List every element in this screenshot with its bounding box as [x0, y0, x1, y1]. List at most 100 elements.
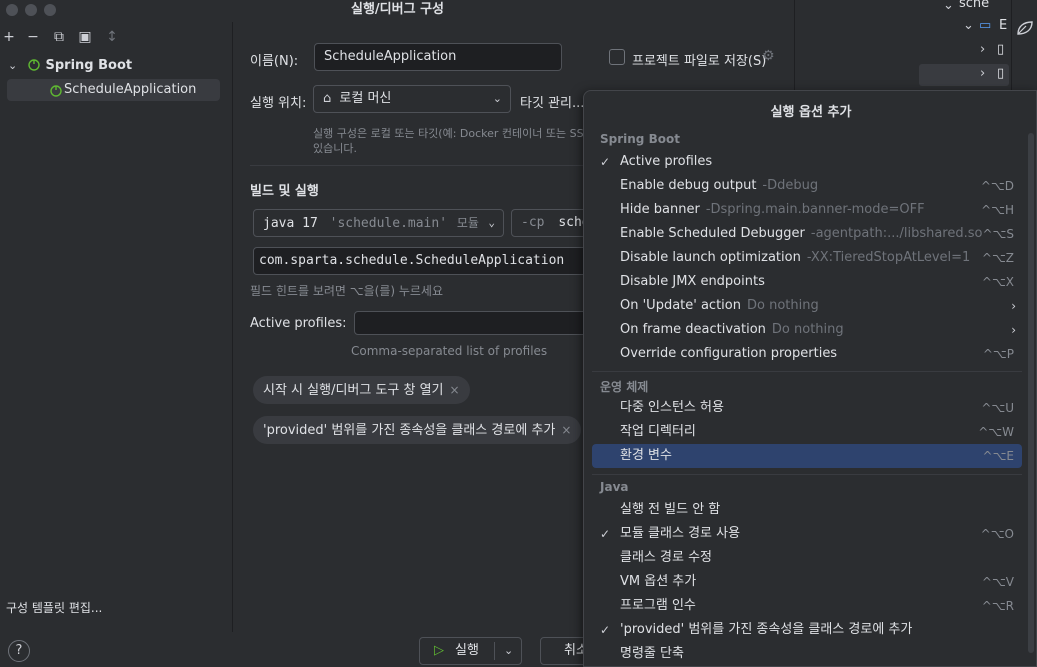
split-divider — [494, 642, 495, 660]
option-item[interactable]: ✓ Active profiles — [592, 150, 1022, 174]
new-folder-icon[interactable]: ▣ — [76, 28, 94, 46]
manage-targets-link[interactable]: 타깃 관리... — [520, 92, 584, 111]
option-name: 다중 인스턴스 허용 — [620, 400, 724, 415]
run-on-hint-line1: 실행 구성은 로컬 또는 타깃(예: Docker 컨테이너 또는 SS — [313, 127, 584, 140]
option-item[interactable]: 명령줄 단축 — [592, 642, 1022, 666]
option-item[interactable]: 작업 디렉터리 ^⌥W — [592, 420, 1022, 444]
copy-icon[interactable]: ⧉ — [50, 28, 68, 46]
option-item[interactable]: On 'Update' action Do nothing › — [592, 294, 1022, 318]
close-icon[interactable]: × — [450, 383, 460, 397]
run-on-label: 실행 위치: — [250, 96, 307, 111]
chevron-down-icon: ⌄ — [492, 92, 502, 105]
gear-icon[interactable]: ⚙ — [762, 48, 775, 64]
active-profiles-label: Active profiles: — [250, 316, 347, 331]
shortcut-label: ^⌥D — [980, 179, 1014, 193]
chevron-down-icon[interactable]: ⌄ — [943, 0, 954, 13]
option-name: 환경 변수 — [620, 448, 672, 463]
option-item[interactable]: Disable launch optimization -XX:TieredSto… — [592, 246, 1022, 270]
option-item[interactable]: 프로그램 인수 ^⌥R — [592, 594, 1022, 618]
leaf-icon[interactable] — [1016, 20, 1034, 36]
shortcut-label: ^⌥W — [978, 425, 1014, 439]
option-name: Disable JMX endpoints — [620, 274, 765, 289]
jdk-suffix: 모듈 — [456, 216, 479, 230]
tree-row-folder[interactable]: E — [999, 18, 1007, 33]
add-icon[interactable]: + — [0, 28, 18, 46]
store-as-project-label: 프로젝트 파일로 저장(S) — [632, 54, 767, 69]
chevron-right-icon[interactable]: › — [980, 42, 985, 57]
option-label: 클래스 경로 수정 — [620, 546, 718, 570]
tree-row-project[interactable]: sche — [959, 0, 989, 11]
name-label: 이름(N): — [250, 54, 299, 69]
check-icon: ✓ — [600, 527, 611, 541]
option-detail: -Dspring.main.banner-mode=OFF — [705, 202, 925, 217]
run-button[interactable]: ▷ 실행 ⌄ — [419, 637, 522, 665]
group-spring-boot: Spring Boot — [600, 132, 680, 146]
popup-title: 실행 옵션 추가 — [770, 105, 852, 120]
option-label: Enable Scheduled Debugger -agentpath:.../… — [620, 222, 982, 246]
tree-item-schedule-application[interactable]: ScheduleApplication — [7, 79, 220, 101]
file-icon: ▯ — [997, 42, 1005, 57]
option-item[interactable]: On frame deactivation Do nothing › — [592, 318, 1022, 342]
spring-boot-run-icon — [50, 85, 62, 97]
jdk-select[interactable]: java 17 'schedule.main' 모듈 ⌄ — [253, 209, 504, 237]
close-icon[interactable]: × — [561, 423, 571, 437]
edit-templates-link[interactable]: 구성 템플릿 편집... — [6, 599, 102, 616]
option-name: 클래스 경로 수정 — [620, 550, 712, 565]
option-detail: -XX:TieredStopAtLevel=1 — [806, 250, 971, 265]
option-item[interactable]: 다중 인스턴스 허용 ^⌥U — [592, 396, 1022, 420]
option-label: Disable JMX endpoints — [620, 270, 771, 294]
sort-icon[interactable]: ↕ — [103, 28, 121, 46]
run-on-value: 로컬 머신 — [339, 91, 392, 106]
chevron-right-icon: › — [1011, 323, 1016, 337]
option-chip-provided-scope[interactable]: 'provided' 범위를 가진 종속성을 클래스 경로에 추가 × — [253, 416, 582, 444]
run-on-hint-line2: 있습니다. — [313, 142, 357, 155]
option-name: On frame deactivation — [620, 322, 766, 337]
help-button[interactable]: ? — [8, 640, 30, 662]
option-label: On 'Update' action Do nothing — [620, 294, 819, 318]
play-icon: ▷ — [434, 643, 444, 658]
option-chip-open-tool-window[interactable]: 시작 시 실행/디버그 도구 창 열기 × — [253, 376, 470, 404]
option-item[interactable]: 실행 전 빌드 안 함 — [592, 498, 1022, 522]
check-icon: ✓ — [600, 623, 611, 637]
active-profiles-input[interactable] — [354, 311, 594, 335]
shortcut-label: ^⌥V — [981, 575, 1014, 589]
option-name: 명령줄 단축 — [620, 646, 684, 661]
option-item[interactable]: ✓ 모듈 클래스 경로 사용 ^⌥O — [592, 522, 1022, 546]
run-button-label: 실행 — [455, 643, 479, 658]
option-item[interactable]: 환경 변수 ^⌥E — [592, 444, 1022, 468]
active-profiles-hint: Comma-separated list of profiles — [351, 344, 548, 358]
option-name: Active profiles — [620, 154, 713, 169]
popup-scrollbar[interactable] — [1028, 133, 1034, 653]
add-run-options-popup: 실행 옵션 추가 Spring Boot ✓ Active profiles Ena… — [583, 90, 1037, 667]
option-label: Active profiles — [620, 150, 718, 174]
window-title: 실행/디버그 구성 — [351, 2, 444, 17]
option-detail: Do nothing — [746, 298, 819, 313]
option-item[interactable]: Enable Scheduled Debugger -agentpath:.../… — [592, 222, 1022, 246]
chevron-down-icon[interactable]: ⌄ — [963, 18, 974, 33]
option-detail: Do nothing — [771, 322, 844, 337]
shortcut-label: ^⌥P — [982, 347, 1014, 361]
option-item[interactable]: Disable JMX endpoints ^⌥X — [592, 270, 1022, 294]
option-name: 프로그램 인수 — [620, 598, 696, 613]
option-name: VM 옵션 추가 — [620, 574, 697, 589]
option-name: Enable debug output — [620, 178, 757, 193]
tree-row-selected[interactable] — [919, 64, 1009, 86]
option-item[interactable]: VM 옵션 추가 ^⌥V — [592, 570, 1022, 594]
run-on-select[interactable]: ⌂ 로컬 머신 ⌄ — [313, 85, 511, 113]
option-label: On frame deactivation Do nothing — [620, 318, 844, 342]
main-class-input[interactable]: com.sparta.schedule.ScheduleApplication — [253, 247, 593, 275]
option-label: 다중 인스턴스 허용 — [620, 396, 730, 420]
tree-group-spring-boot[interactable]: ⌄ Spring Boot — [8, 55, 132, 77]
chevron-down-icon[interactable]: ⌄ — [8, 59, 17, 72]
remove-icon[interactable]: − — [24, 28, 42, 46]
option-item[interactable]: Enable debug output -Ddebug ^⌥D — [592, 174, 1022, 198]
name-input[interactable]: ScheduleApplication — [314, 43, 562, 71]
option-item[interactable]: Hide banner -Dspring.main.banner-mode=OFF… — [592, 198, 1022, 222]
option-item[interactable]: Override configuration properties ^⌥P — [592, 342, 1022, 366]
chevron-down-icon[interactable]: ⌄ — [504, 638, 513, 664]
shortcut-label: ^⌥U — [981, 401, 1014, 415]
option-item[interactable]: 클래스 경로 수정 — [592, 546, 1022, 570]
chevron-right-icon[interactable]: › — [980, 66, 985, 81]
store-as-project-checkbox[interactable] — [609, 49, 625, 65]
option-item[interactable]: ✓ 'provided' 범위를 가진 종속성을 클래스 경로에 추가 — [592, 618, 1022, 642]
